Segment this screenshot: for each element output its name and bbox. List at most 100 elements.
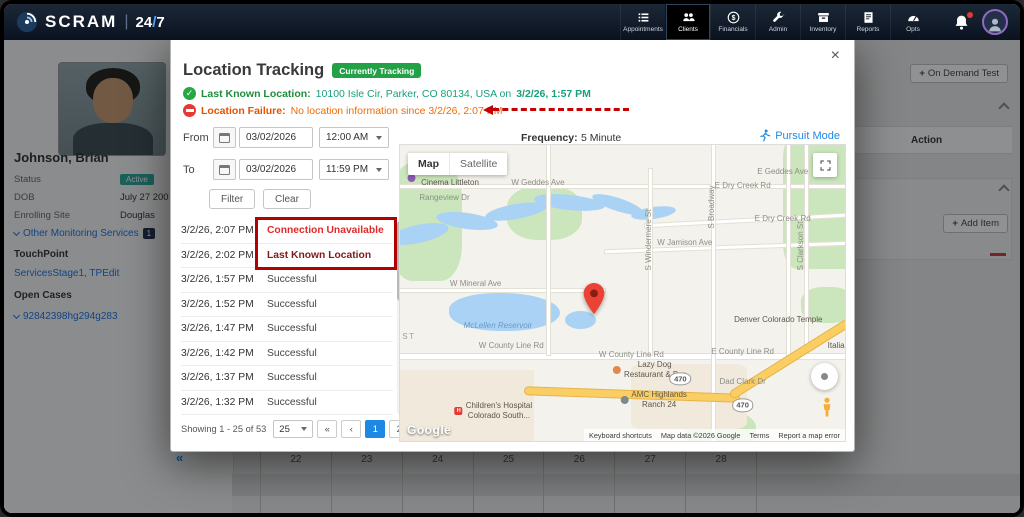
to-date-picker-button[interactable] [213,159,236,180]
from-time-select[interactable]: 12:00 AM [319,127,389,148]
nav-item-label: Opts [906,26,920,33]
pursuit-mode-link[interactable]: Pursuit Mode [758,129,840,142]
location-row[interactable]: 3/2/26, 1:37 PMSuccessful [181,366,393,391]
tracking-status-badge: Currently Tracking [332,63,421,78]
google-logo[interactable]: Google [407,423,451,437]
svg-text:$: $ [731,15,735,22]
nav-item-label: Financials [718,26,747,33]
user-avatar[interactable] [982,9,1008,35]
map-label: E Geddes Ave [757,167,808,177]
nav-item-inventory[interactable]: Inventory [800,4,845,40]
location-time: 3/2/26, 1:32 PM [181,397,267,408]
map-tab[interactable]: Map [408,153,449,175]
annotation-arrow [493,108,629,111]
pagination-first-button[interactable]: « [317,420,337,438]
map-type-toggle: Map Satellite [408,153,507,175]
notification-dot [967,12,973,18]
to-label: To [183,164,195,176]
from-date-picker-button[interactable] [213,127,236,148]
nav-item-appointments[interactable]: Appointments [620,4,665,40]
map-attribution: Keyboard shortcuts Map data ©2026 Google T… [584,429,845,441]
annotation-red-box [255,217,397,270]
map-attribution-item: Map data ©2026 Google [661,431,741,440]
runner-icon [758,129,771,142]
map-label: S Clarkson St [796,221,806,270]
map-label: McLellen Reservoir [464,321,532,331]
pagination-showing: Showing 1 - 25 of 53 [181,424,266,434]
admin-icon [772,11,785,24]
nav-item-label: Inventory [810,26,837,33]
map-label: W Mineral Ave [450,279,501,289]
location-time: 3/2/26, 1:52 PM [181,299,267,310]
location-pin-marker[interactable] [583,283,605,319]
location-row[interactable]: 3/2/26, 1:42 PMSuccessful [181,342,393,367]
nav-item-label: Admin [769,26,787,33]
close-icon[interactable]: × [831,47,840,65]
map-poi-icon [620,396,628,404]
notifications-bell[interactable] [953,14,970,31]
map-label: W Geddes Ave [511,178,564,188]
page-button-1[interactable]: 1 [365,420,385,438]
map-compass-control[interactable] [811,363,838,390]
map-label: E Dry Creek Rd [715,181,771,191]
map-label: S Broadway [707,186,717,229]
location-tracking-modal: × Location Tracking Currently Tracking ✓… [170,38,855,452]
fullscreen-button[interactable] [813,153,837,177]
nav-item-financials[interactable]: $ Financials [710,4,755,40]
frequency-label: Frequency: [521,132,578,144]
map-attribution-item[interactable]: Report a map error [778,431,840,440]
to-time-select[interactable]: 11:59 PM [319,159,389,180]
nav-item-opts[interactable]: Opts [890,4,935,40]
map-poi-label[interactable]: Italia [828,341,845,351]
map-label: Rangeview Dr [419,193,469,203]
map-poi-label[interactable]: Denver Colorado Temple [734,315,822,325]
map-attribution-item[interactable]: Terms [749,431,769,440]
topnav-right: AppointmentsClients $ Financials Admin Inven… [620,4,1008,40]
location-status: Successful [267,397,393,408]
nav-item-label: Reports [857,26,880,33]
nav-item-reports[interactable]: Reports [845,4,890,40]
map-poi-label[interactable]: HChildren's Hospital Colorado South... [455,401,532,421]
location-row[interactable]: 3/2/26, 1:57 PMSuccessful [181,268,393,293]
calendar-icon [219,165,230,175]
page-size-select[interactable]: 25 [273,420,313,438]
nav-item-clients[interactable]: Clients [665,4,710,40]
map-label: W Jamison Ave [657,238,712,248]
location-time: 3/2/26, 1:47 PM [181,323,267,334]
appointments-icon [637,11,650,24]
caret-down-icon [301,427,307,431]
map-label: 470 [732,399,754,412]
map-attribution-item[interactable]: Keyboard shortcuts [589,431,652,440]
clear-button[interactable]: Clear [263,189,311,209]
street-view-pegman[interactable] [821,397,833,424]
location-row[interactable]: 3/2/26, 1:47 PMSuccessful [181,317,393,342]
location-row[interactable]: 3/2/26, 1:32 PMSuccessful [181,391,393,416]
nav-item-admin[interactable]: Admin [755,4,800,40]
location-status: Successful [267,348,393,359]
location-failure-line: Location Failure: No location informatio… [183,104,502,117]
app-window: SCRAM | 24/7 AppointmentsClients $ Financi… [4,4,1020,513]
map-label: E County Line Rd [711,347,774,357]
location-status: Successful [267,372,393,383]
clients-icon [682,11,695,24]
brand-suffix: 24/7 [136,14,165,31]
brand[interactable]: SCRAM | 24/7 [16,11,165,33]
fullscreen-icon [819,159,832,172]
map-label: S Windermere St [644,209,654,270]
nav-item-label: Appointments [623,26,663,33]
from-date-input[interactable]: 03/02/2026 [239,127,313,148]
last-known-location-line: ✓ Last Known Location: 10100 Isle Cir, P… [183,87,591,100]
filter-button[interactable]: Filter [209,189,255,209]
map-poi-label[interactable]: AMC Highlands Ranch 24 [620,390,687,410]
location-status: Successful [267,323,393,334]
pagination-prev-button[interactable]: ‹ [341,420,361,438]
map[interactable]: Alamo Drafthouse Cinema LittletonW Gedde… [399,144,846,442]
top-nav: SCRAM | 24/7 AppointmentsClients $ Financi… [4,4,1020,40]
map-label: 470 [670,372,692,385]
frequency-value: 5 Minute [581,132,621,144]
location-row[interactable]: 3/2/26, 1:52 PMSuccessful [181,293,393,318]
inventory-icon [817,11,830,24]
person-icon [986,15,1004,33]
satellite-tab[interactable]: Satellite [449,153,507,175]
to-date-input[interactable]: 03/02/2026 [239,159,313,180]
